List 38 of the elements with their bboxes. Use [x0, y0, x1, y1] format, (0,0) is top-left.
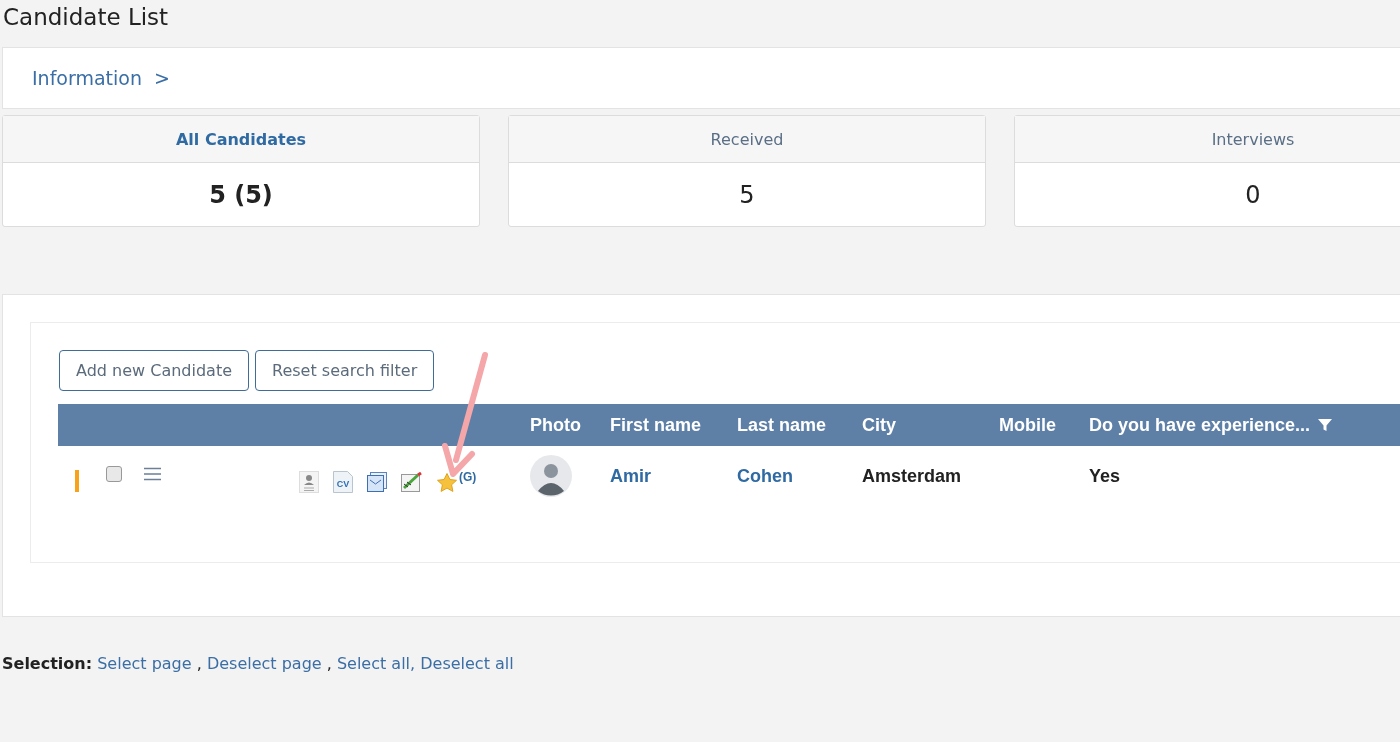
stat-card[interactable]: Received 5 [508, 115, 986, 227]
rating-tag[interactable]: (G) [459, 470, 477, 484]
first-name-link[interactable]: Amir [610, 465, 651, 487]
column-header[interactable]: Last name [737, 414, 827, 436]
column-header[interactable]: First name [610, 414, 702, 436]
column-header[interactable]: Do you have experience... [1089, 414, 1311, 436]
contact-card-icon[interactable] [299, 471, 319, 493]
star-icon[interactable] [437, 472, 457, 492]
menu-icon[interactable] [144, 467, 161, 481]
pencil-edit-icon[interactable] [401, 472, 423, 492]
selection-link[interactable]: Select page [97, 654, 192, 673]
selection-link[interactable]: Deselect page [206, 654, 322, 673]
selection-link[interactable]: Deselect all [420, 654, 514, 673]
envelope-window-icon[interactable] [367, 472, 387, 492]
cv-document-icon[interactable]: CV [333, 471, 353, 493]
row-checkbox[interactable] [106, 466, 122, 482]
page-title: Candidate List [2, 3, 170, 32]
selection-line: Selection: Select page , Deselect page , Select all, Deselect all [2, 654, 515, 673]
stat-label: Received [710, 129, 784, 149]
stat-value: 0 [1245, 180, 1261, 209]
column-header[interactable]: Photo [530, 414, 581, 436]
stat-label: Interviews [1211, 129, 1295, 149]
action-button[interactable]: Reset search filter [255, 350, 435, 391]
information-link[interactable]: Information > [32, 67, 170, 89]
selection-link[interactable]: Select all, [336, 654, 416, 673]
table-cell: Yes [1089, 465, 1121, 487]
stat-value: 5 [739, 180, 755, 209]
stat-card[interactable]: Interviews 0 [1014, 115, 1400, 227]
avatar-silhouette [530, 455, 572, 497]
column-header[interactable]: City [862, 414, 896, 436]
action-button[interactable]: Add new Candidate [59, 350, 249, 391]
table-cell: Amsterdam [862, 465, 962, 487]
stat-value: 5 (5) [209, 180, 273, 209]
filter-icon[interactable] [1318, 418, 1333, 432]
last-name-link[interactable]: Cohen [737, 465, 793, 487]
stat-card[interactable]: All Candidates 5 (5) [2, 115, 480, 227]
column-header[interactable]: Mobile [999, 414, 1056, 436]
stat-label: All Candidates [175, 129, 307, 149]
